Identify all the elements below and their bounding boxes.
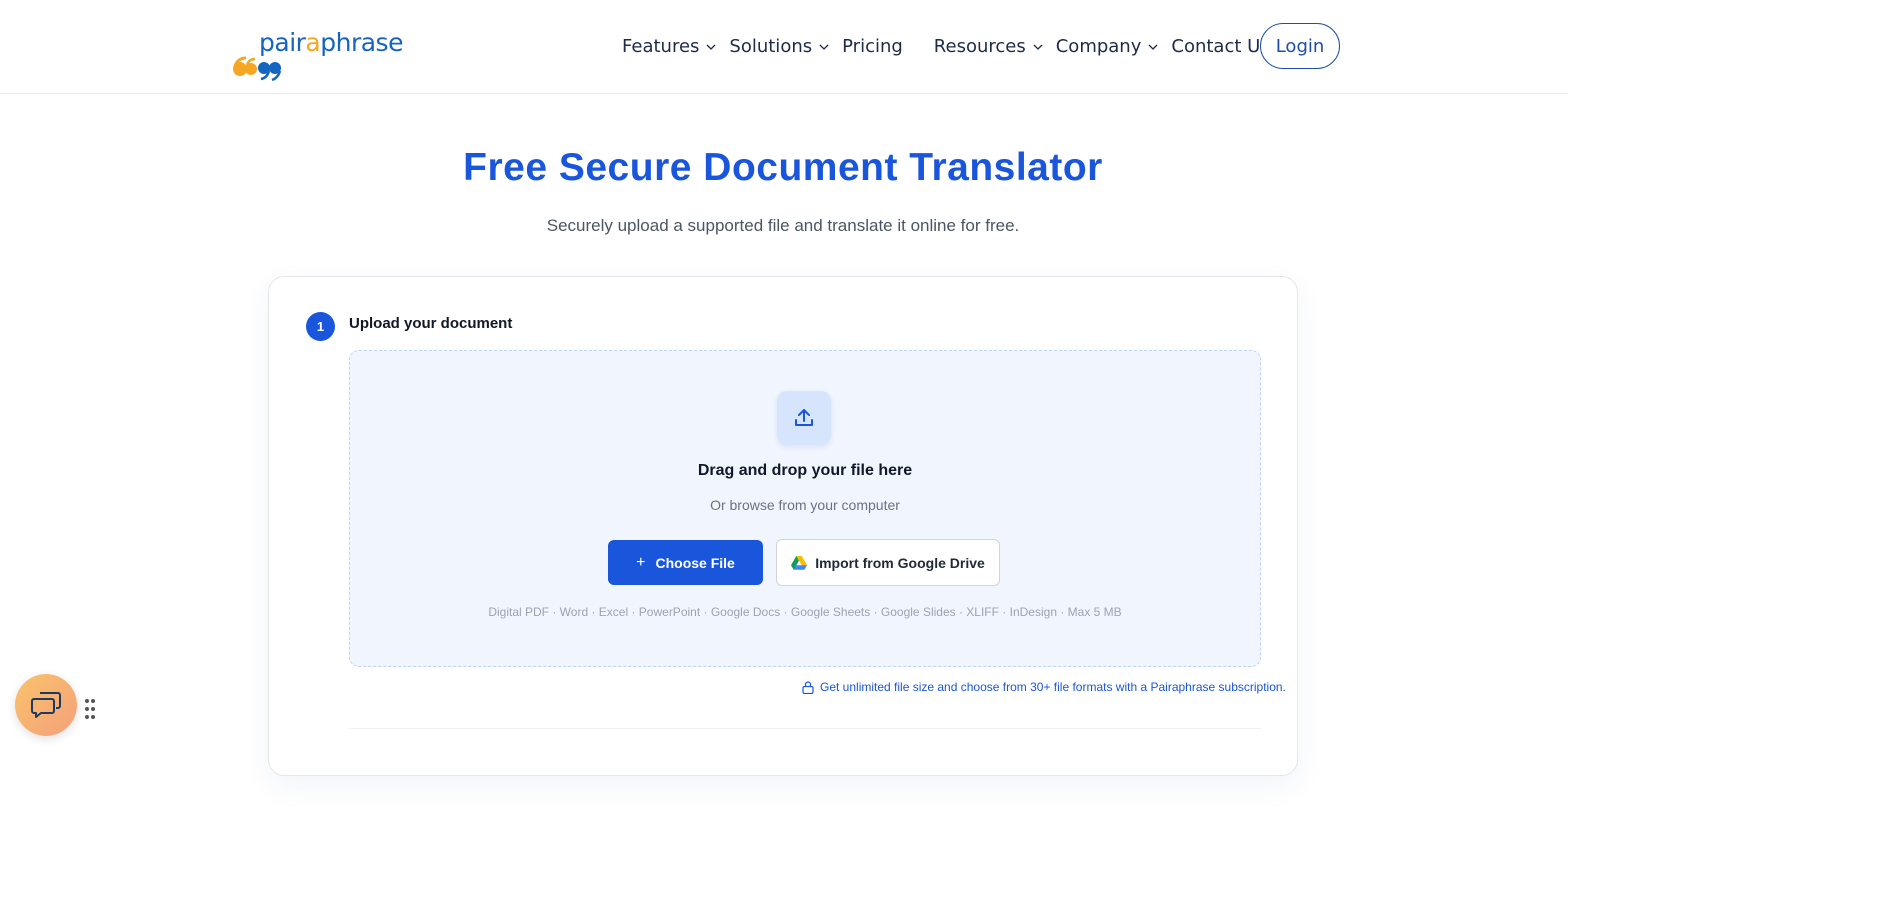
choose-file-label: Choose File [655, 554, 735, 571]
nav-solutions-label: Solutions [729, 35, 813, 57]
chat-widget-button[interactable] [15, 674, 77, 736]
google-drive-icon [791, 555, 808, 570]
nav-pricing[interactable]: Pricing [842, 36, 903, 57]
lock-icon [802, 680, 814, 694]
dropzone-subtitle: Or browse from your computer [710, 497, 900, 513]
upload-icon-tile [777, 391, 831, 445]
nav-pricing-label: Pricing [842, 35, 903, 57]
pairaphrase-logo[interactable]: pairaphrase [232, 28, 412, 84]
nav-features-label: Features [622, 35, 700, 57]
logo-text-part1: pair [259, 28, 306, 57]
site-header: pairaphrase Features Solutions Pricing R… [0, 0, 1568, 94]
plus-icon: + [636, 553, 646, 571]
upload-icon [795, 409, 813, 426]
nav-resources[interactable]: Resources [934, 36, 1044, 57]
subscription-note-text: Get unlimited file size and choose from … [820, 680, 1286, 694]
login-button[interactable]: Login [1260, 23, 1340, 69]
chevron-down-icon [1033, 44, 1043, 50]
page-title: Free Secure Document Translator [463, 146, 1103, 189]
section-divider [349, 728, 1261, 729]
choose-file-button[interactable]: + Choose File [608, 540, 763, 585]
dropzone-title: Drag and drop your file here [697, 462, 913, 479]
step-number-badge: 1 [306, 312, 335, 341]
chevron-down-icon [706, 44, 716, 50]
logo-text-accent: a [305, 28, 321, 57]
nav-solutions[interactable]: Solutions [729, 36, 830, 57]
chat-bubbles-icon [31, 692, 61, 718]
drag-handle-icon[interactable] [84, 698, 96, 720]
chevron-down-icon [819, 44, 829, 50]
logo-text-part2: phrase [320, 28, 403, 57]
chevron-down-icon [1148, 44, 1158, 50]
nav-contact-us[interactable]: Contact Us [1171, 36, 1269, 57]
nav-company[interactable]: Company [1056, 36, 1160, 57]
import-google-drive-label: Import from Google Drive [815, 554, 985, 571]
import-google-drive-button[interactable]: Import from Google Drive [776, 539, 1000, 586]
nav-contact-us-label: Contact Us [1171, 35, 1270, 57]
subscription-note-link[interactable]: Get unlimited file size and choose from … [802, 680, 1286, 694]
nav-resources-label: Resources [933, 35, 1026, 57]
nav-features[interactable]: Features [622, 36, 717, 57]
main-nav: Features Solutions Pricing Resources Com… [622, 23, 1270, 69]
quote-marks-icon [233, 56, 282, 82]
page-subtitle: Securely upload a supported file and tra… [546, 216, 1020, 235]
logo-wordmark: pairaphrase [259, 28, 403, 57]
nav-company-label: Company [1055, 35, 1142, 57]
supported-formats: Digital PDF · Word · Excel · PowerPoint … [488, 605, 1122, 619]
step-label: Upload your document [349, 315, 513, 332]
